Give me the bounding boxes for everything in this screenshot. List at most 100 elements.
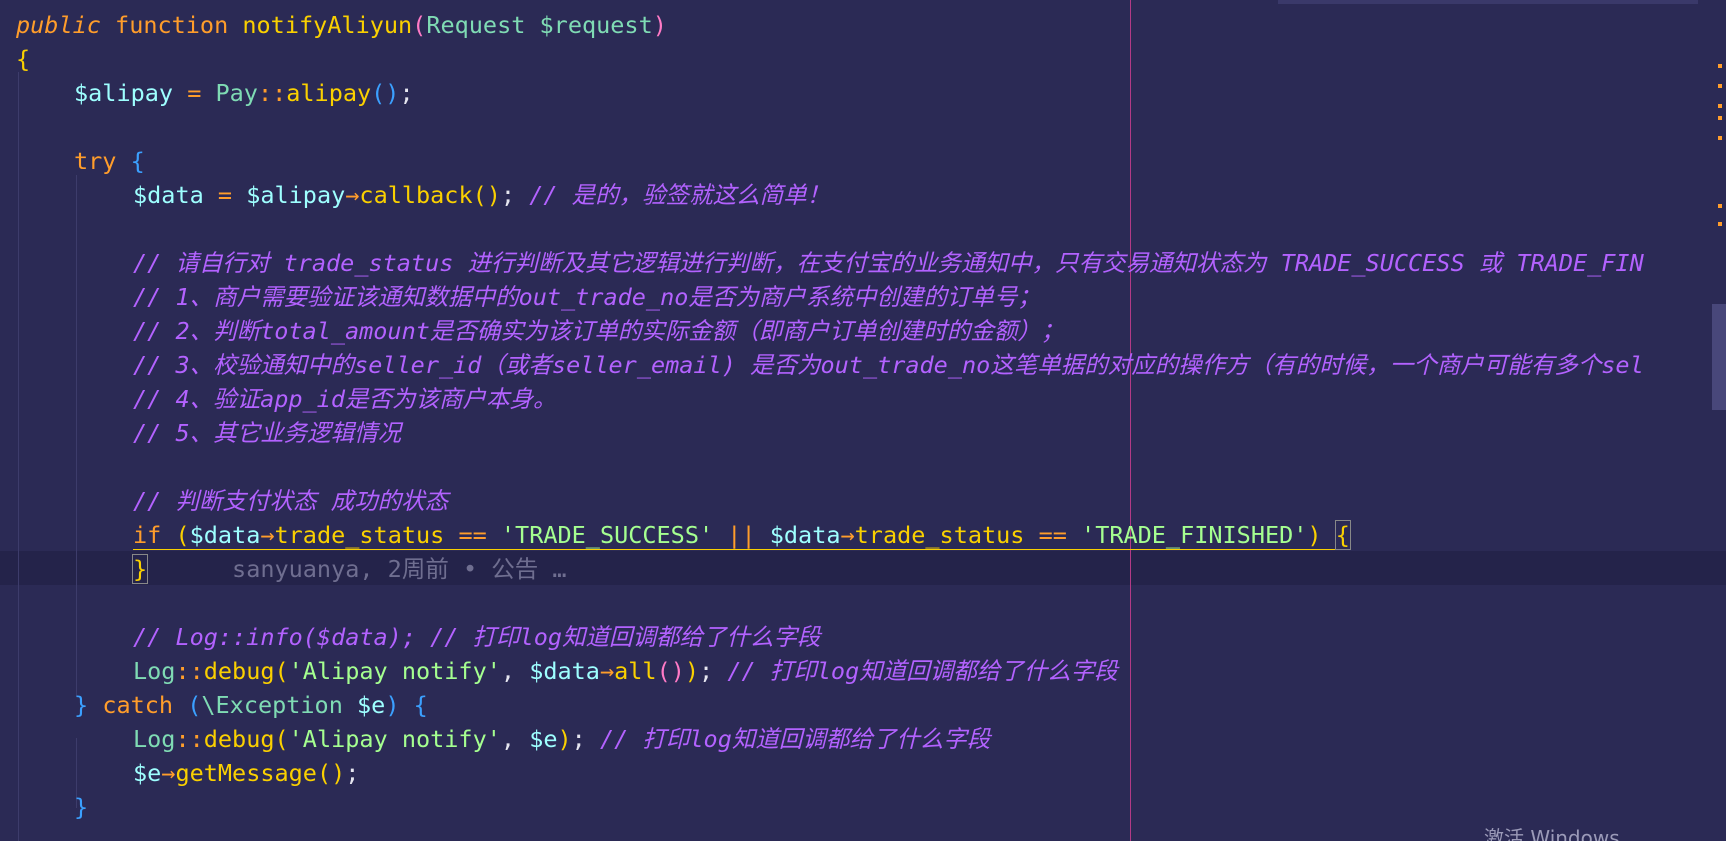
operator: → bbox=[161, 759, 176, 787]
variable: $alipay bbox=[74, 79, 174, 107]
bracket-match: { bbox=[1334, 520, 1351, 550]
operator: → bbox=[599, 657, 615, 685]
variable: $data bbox=[189, 521, 261, 549]
operator: → bbox=[345, 181, 360, 209]
bracket: ) bbox=[557, 725, 572, 753]
code-editor[interactable]: public function notifyAliyun(Request $re… bbox=[0, 0, 1726, 841]
overview-ruler-marker bbox=[1718, 116, 1722, 120]
code-line[interactable]: $alipay = Pay::alipay(); bbox=[74, 76, 414, 110]
code-line[interactable]: // 2、判断total_amount是否确实为该订单的实际金额（即商户订单创建… bbox=[133, 314, 1064, 348]
code-line[interactable]: $data = $alipay→callback(); // 是的，验签就这么简… bbox=[133, 178, 830, 212]
scrollbar-horizontal[interactable] bbox=[1278, 0, 1698, 4]
parameter: $request bbox=[539, 11, 653, 39]
code-line[interactable]: } catch (\Exception $e) { bbox=[74, 688, 428, 722]
class-name: \Exception bbox=[201, 691, 343, 719]
function-name: notifyAliyun bbox=[242, 11, 413, 39]
bracket: () bbox=[371, 79, 400, 107]
comment: // Log::info($data); // 打印log知道回调都给了什么字段 bbox=[133, 623, 821, 651]
variable: $data bbox=[133, 181, 204, 209]
keyword: public bbox=[16, 11, 101, 39]
code-line[interactable]: // 判断支付状态 成功的状态 bbox=[133, 484, 448, 518]
operator: → bbox=[840, 521, 855, 549]
code-line[interactable]: public function notifyAliyun(Request $re… bbox=[16, 8, 667, 42]
code-line[interactable]: // 4、验证app_id是否为该商户本身。 bbox=[133, 382, 556, 416]
bracket: { bbox=[413, 691, 428, 719]
punctuation: ; bbox=[571, 725, 586, 753]
bracket: ( bbox=[274, 657, 289, 685]
property: trade_status bbox=[274, 521, 445, 549]
overview-ruler-marker bbox=[1718, 222, 1722, 226]
keyword: try bbox=[74, 147, 117, 175]
operator: :: bbox=[175, 725, 204, 753]
property: trade_status bbox=[854, 521, 1025, 549]
indent-guide bbox=[18, 72, 19, 841]
punctuation: , bbox=[500, 657, 516, 685]
comment: // 请自行对 trade_status 进行判断及其它逻辑进行判断，在支付宝的… bbox=[133, 249, 1644, 277]
code-line[interactable]: if ($data→trade_status == 'TRADE_SUCCESS… bbox=[133, 518, 1351, 552]
overview-ruler-marker bbox=[1718, 84, 1722, 88]
class-name: Log bbox=[133, 725, 176, 753]
code-line[interactable]: Log::debug('Alipay notify', $data→all())… bbox=[133, 654, 1118, 688]
function-name: all bbox=[614, 657, 657, 685]
string: 'Alipay notify' bbox=[288, 725, 501, 753]
variable: $data bbox=[769, 521, 841, 549]
operator: :: bbox=[257, 79, 287, 107]
code-line[interactable]: $e→getMessage(); bbox=[133, 756, 359, 790]
punctuation: ; bbox=[699, 657, 714, 685]
punctuation: ; bbox=[345, 759, 360, 787]
bracket: ( bbox=[412, 11, 427, 39]
comment: // 5、其它业务逻辑情况 bbox=[133, 419, 402, 447]
code-line[interactable]: // 1、商户需要验证该通知数据中的out_trade_no是否为商户系统中创建… bbox=[133, 280, 1041, 314]
code-line[interactable]: } sanyuanya, 2周前 • 公告 … bbox=[131, 552, 567, 586]
git-blame-annotation[interactable]: sanyuanya, 2周前 • 公告 … bbox=[232, 555, 567, 583]
comment: // 3、校验通知中的seller_id（或者seller_email) 是否为… bbox=[133, 351, 1644, 379]
bracket: () bbox=[472, 181, 501, 209]
comment: // 是的，验签就这么简单！ bbox=[529, 181, 831, 209]
indent-guide bbox=[76, 175, 77, 697]
scrollbar-thumb[interactable] bbox=[1712, 304, 1726, 410]
operator: || bbox=[727, 521, 756, 549]
code-line[interactable]: // 3、校验通知中的seller_id（或者seller_email) 是否为… bbox=[133, 348, 1644, 382]
keyword: if bbox=[133, 521, 162, 549]
variable: $e bbox=[133, 759, 162, 787]
string: 'TRADE_SUCCESS' bbox=[500, 521, 714, 549]
overview-ruler-marker bbox=[1718, 136, 1722, 140]
operator: = bbox=[187, 79, 202, 107]
bracket: { bbox=[16, 45, 31, 73]
function-name: callback bbox=[359, 181, 473, 209]
code-line[interactable]: // 请自行对 trade_status 进行判断及其它逻辑进行判断，在支付宝的… bbox=[133, 246, 1644, 280]
type-name: Request bbox=[426, 11, 526, 39]
bracket-match: } bbox=[131, 554, 149, 584]
keyword: catch bbox=[102, 691, 174, 719]
code-line[interactable]: try { bbox=[74, 144, 145, 178]
overview-ruler-marker bbox=[1718, 204, 1722, 208]
code-line[interactable]: // 5、其它业务逻辑情况 bbox=[133, 416, 401, 450]
comment: // 2、判断total_amount是否确实为该订单的实际金额（即商户订单创建… bbox=[133, 317, 1065, 345]
comment: // 4、验证app_id是否为该商户本身。 bbox=[133, 385, 557, 413]
windows-activation-watermark: 激活 Windows bbox=[1484, 826, 1620, 841]
class-name: Log bbox=[133, 657, 176, 685]
overview-ruler-marker bbox=[1718, 104, 1722, 108]
punctuation: , bbox=[500, 725, 516, 753]
variable: $e bbox=[529, 725, 558, 753]
operator: :: bbox=[175, 657, 204, 685]
bracket: ) bbox=[1307, 521, 1322, 549]
bracket: ) bbox=[652, 11, 667, 39]
code-line[interactable]: { bbox=[16, 42, 30, 76]
bracket: ( bbox=[187, 691, 202, 719]
code-line[interactable]: Log::debug('Alipay notify', $e); // 打印lo… bbox=[133, 722, 990, 756]
code-line[interactable]: // Log::info($data); // 打印log知道回调都给了什么字段 bbox=[133, 620, 821, 654]
operator: == bbox=[1038, 521, 1067, 549]
bracket: ( bbox=[175, 521, 190, 549]
bracket: () bbox=[656, 657, 685, 685]
comment: // 1、商户需要验证该通知数据中的out_trade_no是否为商户系统中创建… bbox=[133, 283, 1041, 311]
bracket: ) bbox=[684, 657, 700, 685]
operator: → bbox=[260, 521, 275, 549]
function-name: alipay bbox=[286, 79, 372, 107]
variable: $data bbox=[529, 657, 600, 685]
bracket: } bbox=[74, 691, 89, 719]
comment: // 判断支付状态 成功的状态 bbox=[133, 487, 449, 515]
variable: $alipay bbox=[246, 181, 346, 209]
code-line[interactable]: } bbox=[74, 790, 88, 824]
bracket: ( bbox=[274, 725, 289, 753]
